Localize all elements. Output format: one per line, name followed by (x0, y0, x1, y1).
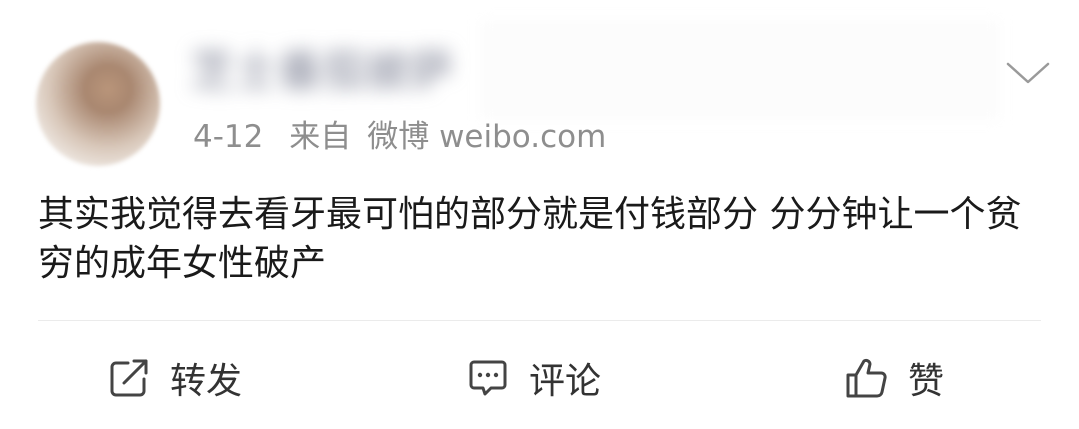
chevron-down-icon[interactable] (1004, 58, 1052, 88)
username[interactable]: 芝士番茄披萨 (190, 44, 475, 100)
post-meta: 4-12 来自 微博 weibo.com (193, 117, 622, 157)
comment-label: 评论 (529, 361, 602, 402)
like-label: 赞 (908, 361, 945, 402)
divider (38, 320, 1041, 321)
comment-button[interactable]: 评论 (465, 348, 601, 408)
repost-button[interactable]: 转发 (106, 348, 242, 408)
post-source: 微博 weibo.com (367, 119, 607, 155)
like-button[interactable]: 赞 (844, 348, 944, 408)
share-icon (110, 359, 148, 397)
post-date: 4-12 (193, 119, 264, 155)
comment-icon (469, 360, 507, 396)
source-prefix: 来自 (289, 119, 352, 155)
repost-label: 转发 (170, 361, 243, 402)
blurred-header-band (480, 20, 1000, 120)
avatar[interactable] (36, 42, 160, 166)
post-text: 其实我觉得去看牙最可怕的部分就是付钱部分 分分钟让一个贫穷的成年女性破产 (38, 194, 1022, 284)
thumbs-up-icon (846, 358, 887, 398)
